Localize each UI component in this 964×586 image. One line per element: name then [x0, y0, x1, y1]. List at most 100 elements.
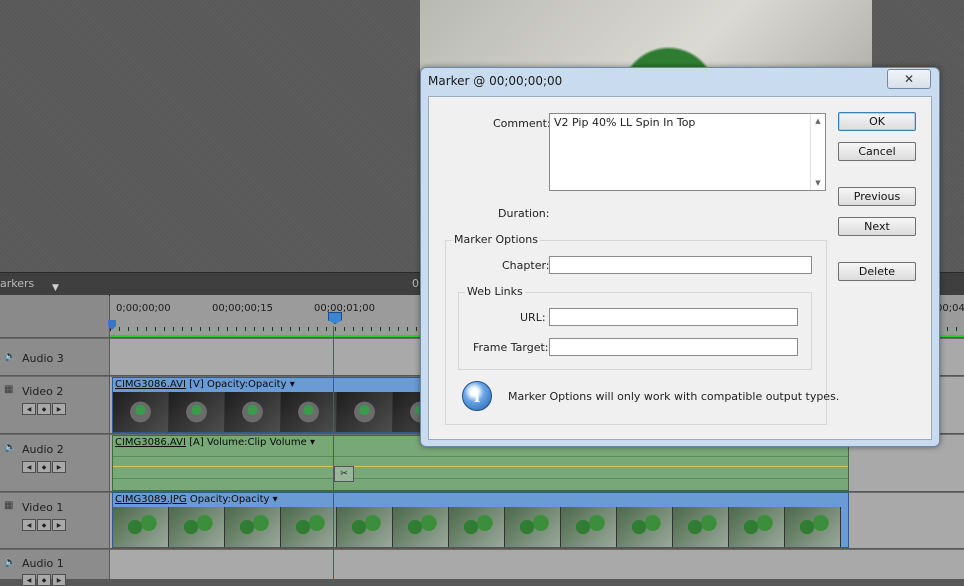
duration-label: Duration:	[498, 207, 550, 220]
thumbnail	[113, 392, 169, 432]
add-keyframe-icon[interactable]: ◆	[37, 403, 51, 415]
thumbnail	[673, 507, 729, 547]
keyframe-nav[interactable]: ◀ ◆ ▶	[22, 403, 66, 415]
clip-title: CIMG3086.AVI [A] Volume:Clip Volume ▾	[115, 436, 315, 449]
thumbnail	[225, 392, 281, 432]
scroll-down-icon[interactable]: ▼	[811, 176, 825, 190]
clip-thumbnails	[113, 392, 449, 432]
add-keyframe-icon[interactable]: ◆	[37, 519, 51, 531]
clip-property[interactable]: [V] Opacity:Opacity ▾	[189, 379, 295, 390]
thumbnail	[169, 392, 225, 432]
waveform-line	[113, 478, 848, 479]
thumbnail	[337, 392, 393, 432]
track-header-audio1[interactable]: 🔈 Audio 1 ◀ ◆ ▶	[0, 549, 109, 586]
thumbnail	[281, 392, 337, 432]
thumbnail	[393, 507, 449, 547]
thumbnail	[225, 507, 281, 547]
track-name: Audio 3	[22, 352, 64, 365]
clip-property[interactable]: Opacity:Opacity ▾	[190, 494, 278, 505]
comment-text: V2 Pip 40% LL Spin In Top	[554, 116, 696, 129]
close-icon: ✕	[903, 72, 915, 86]
add-keyframe-icon[interactable]: ◆	[37, 461, 51, 473]
ruler-label-2: 00;00;01;00	[314, 303, 376, 314]
clip-name: CIMG3089.JPG	[115, 494, 187, 505]
current-time-indicator[interactable]	[328, 312, 342, 326]
thumbnail	[281, 507, 337, 547]
speaker-icon[interactable]: 🔈	[4, 442, 16, 453]
next-keyframe-icon[interactable]: ▶	[52, 461, 66, 473]
timeline-tab-partial[interactable]: 0	[412, 273, 419, 295]
clip-title: CIMG3089.JPG Opacity:Opacity ▾	[115, 493, 278, 507]
prev-keyframe-icon[interactable]: ◀	[22, 574, 36, 586]
clip-video1[interactable]: CIMG3089.JPG Opacity:Opacity ▾	[112, 492, 849, 548]
delete-button[interactable]: Delete	[838, 262, 916, 281]
thumbnail	[449, 507, 505, 547]
comment-label: Comment:	[493, 117, 551, 130]
waveform-line	[113, 456, 848, 457]
track-header-ruler-spacer	[0, 295, 109, 337]
dialog-title: Marker @ 00;00;00;00	[428, 74, 563, 88]
frame-target-input[interactable]	[549, 338, 798, 356]
markers-tab-label: arkers	[0, 277, 35, 290]
keyframe-nav[interactable]: ◀ ◆ ▶	[22, 461, 66, 473]
info-icon: i	[462, 381, 492, 411]
frame-target-label: Frame Target:	[473, 341, 549, 354]
clip-thumbnails	[113, 507, 848, 547]
track-header-video2[interactable]: ▦ Video 2 ◀ ◆ ▶	[0, 376, 109, 433]
add-keyframe-icon[interactable]: ◆	[37, 574, 51, 586]
chapter-label: Chapter:	[502, 259, 550, 272]
clip-property[interactable]: [A] Volume:Clip Volume ▾	[189, 437, 315, 448]
comment-textarea[interactable]: V2 Pip 40% LL Spin In Top ▲ ▼	[549, 113, 826, 191]
chapter-input[interactable]	[549, 256, 812, 274]
web-links-group: Web Links	[458, 285, 812, 370]
ruler-label-1: 00;00;00;15	[212, 303, 274, 314]
url-input[interactable]	[549, 308, 798, 326]
razor-icon: ✂	[334, 466, 354, 482]
filmstrip-icon[interactable]: ▦	[4, 500, 13, 511]
track-name: Video 2	[22, 385, 64, 398]
keyframe-nav[interactable]: ◀ ◆ ▶	[22, 519, 66, 531]
cancel-button[interactable]: Cancel	[838, 142, 916, 161]
track-header-audio2[interactable]: 🔈 Audio 2 ◀ ◆ ▶	[0, 434, 109, 491]
playhead-icon[interactable]	[328, 312, 342, 324]
markers-tab[interactable]: arkers ▼	[0, 273, 59, 295]
track-audio1[interactable]	[110, 549, 964, 579]
next-keyframe-icon[interactable]: ▶	[52, 519, 66, 531]
clip-video2[interactable]: CIMG3086.AVI [V] Opacity:Opacity ▾	[112, 377, 449, 433]
info-text: Marker Options will only work with compa…	[508, 390, 840, 403]
thumbnail	[729, 507, 785, 547]
speaker-icon[interactable]: 🔈	[4, 351, 16, 362]
clip-name: CIMG3086.AVI	[115, 379, 186, 390]
prev-keyframe-icon[interactable]: ◀	[22, 461, 36, 473]
keyframe-nav[interactable]: ◀ ◆ ▶	[22, 574, 66, 586]
close-button[interactable]: ✕	[887, 69, 931, 89]
thumbnail	[617, 507, 673, 547]
scroll-up-icon[interactable]: ▲	[811, 114, 825, 128]
prev-keyframe-icon[interactable]: ◀	[22, 519, 36, 531]
marker-options-legend: Marker Options	[452, 233, 540, 246]
dialog-titlebar[interactable]: Marker @ 00;00;00;00 ✕	[421, 68, 939, 94]
speaker-icon[interactable]: 🔈	[4, 557, 16, 568]
clip-name: CIMG3086.AVI	[115, 437, 186, 448]
next-button[interactable]: Next	[838, 217, 916, 236]
filmstrip-icon[interactable]: ▦	[4, 384, 13, 395]
next-keyframe-icon[interactable]: ▶	[52, 403, 66, 415]
thumbnail	[169, 507, 225, 547]
track-header-audio3[interactable]: 🔈 Audio 3	[0, 338, 109, 375]
thumbnail	[337, 507, 393, 547]
clip-title: CIMG3086.AVI [V] Opacity:Opacity ▾	[115, 378, 295, 392]
comment-scrollbar[interactable]: ▲ ▼	[810, 114, 825, 190]
thumbnail	[505, 507, 561, 547]
prev-keyframe-icon[interactable]: ◀	[22, 403, 36, 415]
previous-button[interactable]: Previous	[838, 187, 916, 206]
marker-dialog: Marker @ 00;00;00;00 ✕ Comment: V2 Pip 4…	[420, 67, 940, 447]
track-name: Video 1	[22, 501, 64, 514]
track-header-video1[interactable]: ▦ Video 1 ◀ ◆ ▶	[0, 492, 109, 548]
next-keyframe-icon[interactable]: ▶	[52, 574, 66, 586]
ok-button[interactable]: OK	[838, 112, 916, 131]
track-name: Audio 2	[22, 443, 64, 456]
volume-rubberband[interactable]	[113, 466, 848, 467]
url-label: URL:	[520, 311, 546, 324]
track-name: Audio 1	[22, 557, 64, 570]
thumbnail	[561, 507, 617, 547]
